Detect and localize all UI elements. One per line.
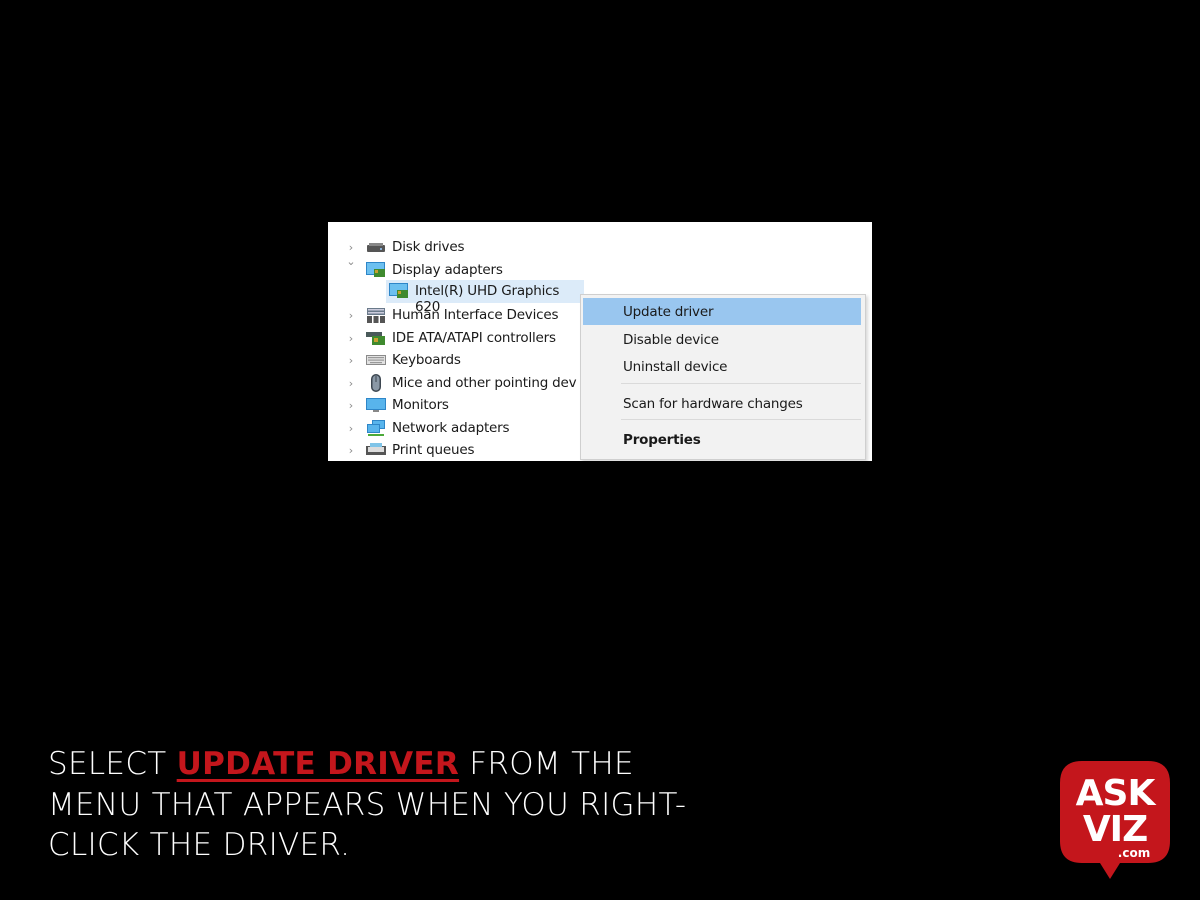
chevron-down-icon[interactable]: ⌄ (346, 255, 356, 268)
display-adapter-icon (365, 261, 387, 279)
keyboard-icon (365, 351, 387, 369)
menu-item-properties[interactable]: Properties (583, 426, 861, 453)
logo-domain: .com (1118, 846, 1150, 860)
hid-icon (365, 306, 387, 324)
disk-drive-icon (365, 238, 387, 256)
logo-line-1: ASK (1076, 773, 1157, 814)
tree-item-label: Human Interface Devices (392, 307, 559, 323)
printer-icon (365, 441, 387, 459)
menu-item-scan-hardware-changes[interactable]: Scan for hardware changes (583, 390, 861, 417)
instruction-caption: SELECT UPDATE DRIVER FROM THE MENU THAT … (48, 744, 728, 866)
tree-item-label: Monitors (392, 397, 449, 413)
chevron-right-icon[interactable]: › (346, 241, 356, 254)
tree-item-print-queues[interactable]: › Print queues (328, 439, 578, 461)
tree-item-keyboards[interactable]: › Keyboards (328, 349, 578, 371)
logo-line-2: VIZ (1083, 809, 1147, 850)
network-adapter-icon (365, 419, 387, 437)
chevron-right-icon[interactable]: › (346, 444, 356, 457)
tree-item-label: IDE ATA/ATAPI controllers (392, 330, 556, 346)
device-manager-screenshot: › Disk drives ⌄ Display adapters Intel(R… (328, 222, 872, 461)
tree-item-human-interface-devices[interactable]: › Human Interface Devices (328, 304, 578, 326)
chevron-right-icon[interactable]: › (346, 309, 356, 322)
menu-item-uninstall-device[interactable]: Uninstall device (583, 353, 861, 380)
tree-item-display-adapters[interactable]: ⌄ Display adapters (328, 255, 628, 281)
chevron-right-icon[interactable]: › (346, 422, 356, 435)
tree-item-label: Keyboards (392, 352, 461, 368)
tree-item-label: Display adapters (392, 262, 503, 278)
chevron-right-icon[interactable]: › (346, 332, 356, 345)
caption-prefix: SELECT (48, 746, 177, 782)
tree-item-monitors[interactable]: › Monitors (328, 394, 578, 416)
menu-separator (621, 383, 861, 384)
tree-item-label: Print queues (392, 442, 475, 458)
caption-highlight: UPDATE DRIVER (176, 746, 460, 782)
monitor-icon (365, 396, 387, 414)
tree-item-network-adapters[interactable]: › Network adapters (328, 417, 578, 439)
tree-item-mice[interactable]: › Mice and other pointing dev (328, 372, 580, 394)
menu-item-disable-device[interactable]: Disable device (583, 326, 861, 353)
askviz-logo: ASK VIZ .com (1060, 761, 1170, 881)
mouse-icon (365, 374, 387, 392)
tree-item-ide-controllers[interactable]: › IDE ATA/ATAPI controllers (328, 327, 578, 349)
tree-item-label: Disk drives (392, 239, 465, 255)
tree-item-disk-drives[interactable]: › Disk drives (328, 236, 628, 258)
chevron-right-icon[interactable]: › (346, 377, 356, 390)
tree-item-label: Mice and other pointing dev (392, 375, 577, 391)
context-menu: Update driver Disable device Uninstall d… (580, 294, 866, 460)
tree-item-intel-uhd-graphics[interactable]: Intel(R) UHD Graphics 620 (386, 280, 584, 315)
ide-controller-icon (365, 329, 387, 347)
menu-item-update-driver[interactable]: Update driver (583, 298, 861, 325)
tree-item-label: Network adapters (392, 420, 510, 436)
chevron-right-icon[interactable]: › (346, 399, 356, 412)
display-adapter-icon (388, 282, 410, 300)
chevron-right-icon[interactable]: › (346, 354, 356, 367)
menu-separator (621, 419, 861, 420)
